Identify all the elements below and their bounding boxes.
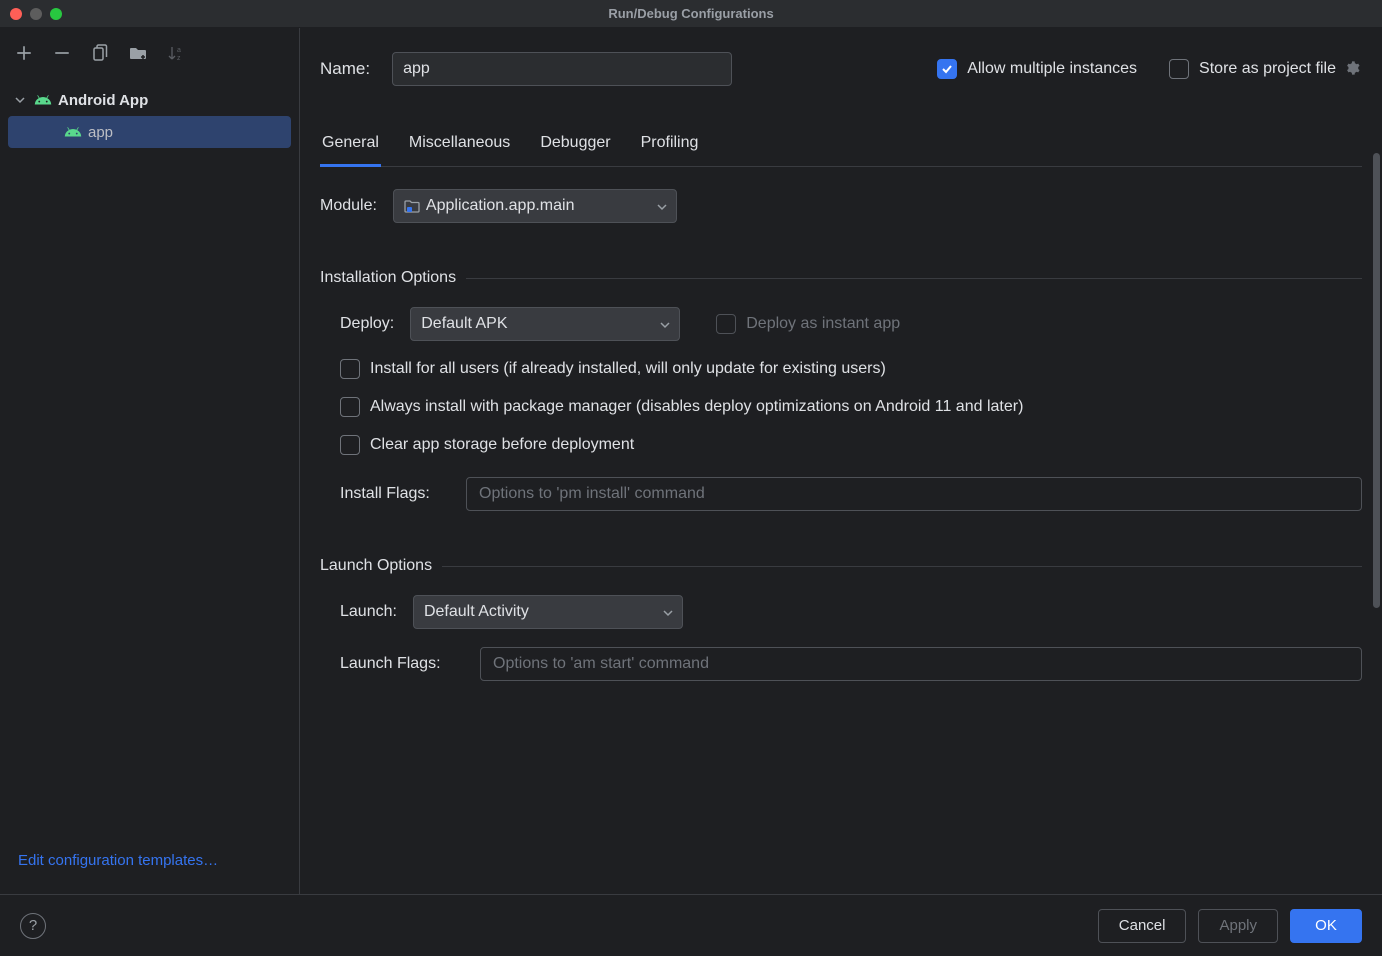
deploy-value: Default APK (421, 315, 507, 333)
apply-button: Apply (1198, 909, 1278, 943)
launch-label: Launch: (340, 603, 397, 621)
android-icon (34, 91, 52, 109)
android-icon (64, 123, 82, 141)
copy-config-icon[interactable] (90, 43, 110, 63)
module-value: Application.app.main (426, 197, 575, 215)
svg-text:a: a (177, 47, 181, 54)
store-as-project-row[interactable]: Store as project file (1169, 59, 1362, 79)
install-flags-label: Install Flags: (340, 485, 450, 503)
ok-button[interactable]: OK (1290, 909, 1362, 943)
config-item-label: app (88, 124, 113, 141)
chevron-down-icon (659, 318, 671, 330)
deploy-label: Deploy: (340, 315, 394, 333)
name-label: Name: (320, 59, 370, 79)
allow-multiple-row[interactable]: Allow multiple instances (937, 59, 1137, 79)
cancel-button[interactable]: Cancel (1098, 909, 1187, 943)
remove-config-icon[interactable] (52, 43, 72, 63)
config-tree: Android App app (0, 78, 299, 852)
window-close-button[interactable] (10, 8, 22, 20)
always-package-manager-checkbox[interactable] (340, 397, 360, 417)
module-select[interactable]: Application.app.main (393, 189, 677, 223)
install-all-users-row[interactable]: Install for all users (if already instal… (340, 359, 1362, 379)
deploy-instant-label: Deploy as instant app (746, 315, 900, 333)
always-package-manager-row[interactable]: Always install with package manager (dis… (340, 397, 1362, 417)
launch-title: Launch Options (320, 557, 432, 575)
config-group-label: Android App (58, 92, 148, 109)
chevron-down-icon (656, 200, 668, 212)
module-label: Module: (320, 197, 377, 215)
window-minimize-button[interactable] (30, 8, 42, 20)
installation-title: Installation Options (320, 269, 456, 287)
edit-templates-link[interactable]: Edit configuration templates… (18, 852, 218, 869)
deploy-instant-checkbox (716, 314, 736, 334)
tab-miscellaneous[interactable]: Miscellaneous (407, 134, 512, 167)
titlebar: Run/Debug Configurations (0, 0, 1382, 28)
chevron-down-icon (14, 93, 28, 107)
sort-config-icon: az (166, 43, 186, 63)
install-all-users-label: Install for all users (if already instal… (370, 360, 886, 378)
store-as-project-checkbox[interactable] (1169, 59, 1189, 79)
window-maximize-button[interactable] (50, 8, 62, 20)
name-input[interactable] (392, 52, 732, 86)
clear-storage-row[interactable]: Clear app storage before deployment (340, 435, 1362, 455)
install-all-users-checkbox[interactable] (340, 359, 360, 379)
deploy-instant-row: Deploy as instant app (716, 314, 900, 334)
install-flags-input[interactable] (466, 477, 1362, 511)
allow-multiple-label: Allow multiple instances (967, 60, 1137, 78)
button-bar: ? Cancel Apply OK (0, 894, 1382, 956)
tab-general[interactable]: General (320, 134, 381, 167)
tab-debugger[interactable]: Debugger (538, 134, 612, 167)
scrollbar-thumb[interactable] (1373, 153, 1380, 608)
launch-value: Default Activity (424, 603, 529, 621)
store-as-project-label: Store as project file (1199, 60, 1336, 78)
launch-flags-input[interactable] (480, 647, 1362, 681)
chevron-down-icon (662, 606, 674, 618)
always-package-manager-label: Always install with package manager (dis… (370, 398, 1023, 416)
tab-profiling[interactable]: Profiling (639, 134, 701, 167)
content-panel: Name: Allow multiple instances Store as … (300, 28, 1382, 894)
add-config-icon[interactable] (14, 43, 34, 63)
launch-flags-label: Launch Flags: (340, 655, 464, 673)
folder-config-icon[interactable] (128, 43, 148, 63)
clear-storage-label: Clear app storage before deployment (370, 436, 634, 454)
launch-select[interactable]: Default Activity (413, 595, 683, 629)
help-button[interactable]: ? (20, 913, 46, 939)
config-item-app[interactable]: app (8, 116, 291, 148)
clear-storage-checkbox[interactable] (340, 435, 360, 455)
deploy-select[interactable]: Default APK (410, 307, 680, 341)
tabs: General Miscellaneous Debugger Profiling (320, 134, 1362, 167)
config-group-android-app[interactable]: Android App (0, 84, 299, 116)
svg-text:z: z (177, 55, 181, 62)
sidebar-toolbar: az (0, 28, 299, 78)
folder-icon (404, 198, 420, 214)
gear-icon[interactable] (1344, 60, 1362, 78)
sidebar: az Android App app (0, 28, 300, 894)
allow-multiple-checkbox[interactable] (937, 59, 957, 79)
window-title: Run/Debug Configurations (608, 6, 773, 21)
